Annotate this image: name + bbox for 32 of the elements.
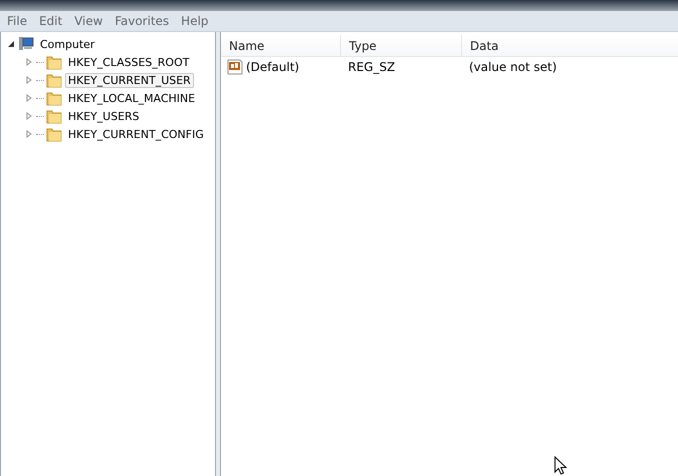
column-header[interactable]: Data: [462, 35, 678, 56]
expand-arrow-icon[interactable]: [25, 112, 33, 120]
folder-icon: [46, 90, 62, 106]
menu-item[interactable]: Edit: [34, 14, 68, 28]
column-header[interactable]: Name: [221, 35, 341, 56]
tree-item[interactable]: HKEY_CLASSES_ROOT: [65, 54, 192, 70]
tree-item[interactable]: HKEY_LOCAL_MACHINE: [65, 90, 198, 106]
expand-arrow-icon[interactable]: [25, 76, 33, 84]
expand-arrow-icon[interactable]: [25, 94, 33, 102]
folder-icon: [46, 54, 62, 70]
tree-item[interactable]: HKEY_CURRENT_CONFIG: [65, 126, 207, 142]
menu-item[interactable]: Favorites: [110, 14, 174, 28]
tree-item[interactable]: HKEY_USERS: [65, 108, 142, 124]
tree-item[interactable]: Computer: [37, 36, 98, 52]
table-cell-text: (value not set): [468, 60, 557, 74]
menu-item[interactable]: Help: [176, 14, 214, 28]
tree-item[interactable]: HKEY_CURRENT_USER: [65, 72, 194, 88]
folder-icon: [46, 126, 62, 142]
column-header[interactable]: Type: [341, 35, 462, 56]
collapse-arrow-icon[interactable]: [7, 40, 15, 48]
folder-icon: [46, 72, 62, 88]
expand-arrow-icon[interactable]: [25, 58, 33, 66]
string-value-icon: [227, 59, 243, 75]
folder-icon: [46, 108, 62, 124]
menu-item[interactable]: View: [69, 14, 108, 28]
table-cell-text: REG_SZ: [347, 60, 396, 74]
expand-arrow-icon[interactable]: [25, 130, 33, 138]
menu-item[interactable]: File: [2, 14, 32, 28]
table-cell: (Default): [246, 60, 300, 74]
pane-splitter[interactable]: [216, 32, 221, 476]
mouse-pointer-icon: [554, 456, 567, 475]
computer-icon: [18, 36, 34, 52]
